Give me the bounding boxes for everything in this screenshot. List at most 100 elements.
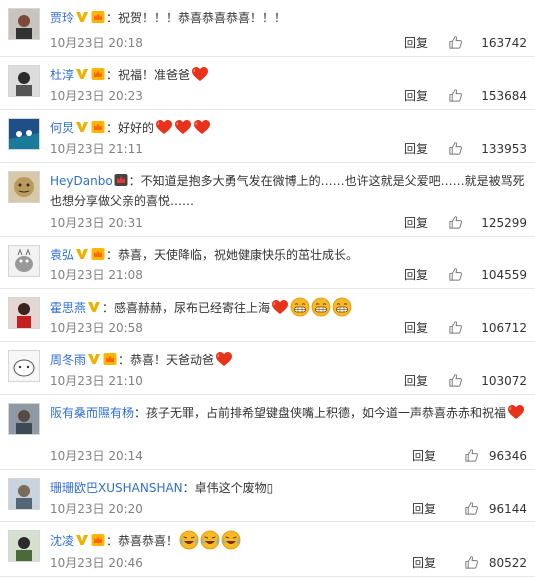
avatar[interactable]	[8, 297, 40, 329]
avatar[interactable]	[8, 65, 40, 97]
comment-row: 阪有桑而隰有杨：孩子无罪，占前排希望键盘侠嘴上积德，如今道一声恭喜赤赤和祝福 10…	[0, 395, 535, 470]
heart-emoji-icon	[191, 66, 209, 82]
thumbs-up-icon[interactable]	[448, 141, 463, 156]
v-verified-icon[interactable]	[75, 533, 89, 547]
comment-content: 袁弘 ：恭喜，天使降临，祝她健康快乐的茁壮成长。	[50, 245, 529, 265]
heart-emoji-icon	[155, 119, 173, 135]
vip-crown-icon[interactable]	[91, 67, 105, 81]
v-verified-icon[interactable]	[87, 300, 101, 314]
like-count: 96346	[488, 449, 527, 463]
commenter-name[interactable]: 霍思燕	[50, 301, 86, 315]
avatar[interactable]	[8, 8, 40, 40]
avatar[interactable]	[8, 478, 40, 510]
like-count: 104559	[481, 268, 527, 282]
thumbs-up-icon[interactable]	[448, 215, 463, 230]
reply-link[interactable]: 回复	[404, 33, 428, 53]
comment-meta: 10月23日 20:14 回复 96346	[50, 446, 527, 466]
comment-row: 霍思燕 ：感喜赫赫，尿布已经寄往上海 10月23日 20:58 回复 106712	[0, 289, 535, 342]
reply-link[interactable]: 回复	[404, 318, 428, 338]
commenter-name[interactable]: 沈凌	[50, 534, 74, 548]
avatar[interactable]	[8, 530, 40, 562]
reply-link[interactable]: 回复	[404, 265, 428, 285]
heart-emoji-icon	[215, 351, 233, 367]
commenter-name[interactable]: 贾玲	[50, 11, 74, 25]
heart-emoji-icon	[271, 299, 289, 315]
comment-row: 贾玲 ：祝贺！！！恭喜恭喜恭喜！！！ 10月23日 20:18 回复 163742	[0, 0, 535, 57]
timestamp: 10月23日 21:11	[50, 142, 143, 156]
timestamp: 10月23日 20:20	[50, 502, 143, 516]
reply-link[interactable]: 回复	[404, 371, 428, 391]
timestamp: 10月23日 20:31	[50, 216, 143, 230]
commenter-name[interactable]: 杜淳	[50, 68, 74, 82]
thumbs-up-icon[interactable]	[464, 448, 479, 463]
thumbs-up-icon[interactable]	[464, 501, 479, 516]
vip-crown-icon[interactable]	[91, 120, 105, 134]
thumbs-up-icon[interactable]	[464, 555, 479, 570]
vip-crown-icon[interactable]	[91, 533, 105, 547]
comment-content: 周冬雨 ：恭喜！天爸动爸	[50, 350, 529, 370]
laugh-cry-emoji-icon	[179, 530, 199, 550]
reply-link[interactable]: 回复	[412, 446, 436, 466]
grin-emoji-icon	[311, 297, 331, 317]
avatar[interactable]	[8, 118, 40, 150]
v-verified-icon[interactable]	[75, 120, 89, 134]
v-verified-icon[interactable]	[75, 67, 89, 81]
comment-text: ：祝福！准爸爸	[106, 68, 191, 82]
like-count: 106712	[481, 321, 527, 335]
thumbs-up-icon[interactable]	[448, 35, 463, 50]
timestamp: 10月23日 20:18	[50, 36, 143, 50]
thumbs-up-icon[interactable]	[448, 267, 463, 282]
commenter-name[interactable]: 珊珊欧巴XUSHANSHAN	[50, 481, 183, 495]
avatar[interactable]	[8, 350, 40, 382]
thumbs-up-icon[interactable]	[448, 88, 463, 103]
vip-crown-icon[interactable]	[91, 247, 105, 261]
timestamp: 10月23日 21:08	[50, 268, 143, 282]
comment-meta: 10月23日 20:20 回复 96144	[50, 499, 527, 519]
comment-text: ：好好的	[106, 121, 155, 135]
comment-meta: 10月23日 20:23 回复 153684	[50, 86, 527, 106]
comment-row: 周冬雨 ：恭喜！天爸动爸 10月23日 21:10 回复 103072	[0, 342, 535, 395]
thumbs-up-icon[interactable]	[448, 320, 463, 335]
reply-link[interactable]: 回复	[404, 213, 428, 233]
commenter-name[interactable]: 阪有桑而隰有杨	[50, 406, 134, 420]
commenter-name[interactable]: 周冬雨	[50, 353, 86, 367]
heart-emoji-icon	[507, 404, 525, 420]
like-count: 125299	[481, 216, 527, 230]
comment-text: ：孩子无罪，占前排希望键盘侠嘴上积德，如今道一声恭喜赤赤和祝福	[134, 406, 507, 420]
comment-content: 何炅 ：好好的	[50, 118, 529, 138]
reply-link[interactable]: 回复	[412, 499, 436, 519]
reply-link[interactable]: 回复	[412, 553, 436, 573]
timestamp: 10月23日 20:23	[50, 89, 143, 103]
comment-row: 何炅 ：好好的 10月23日 21:11 回复 133953	[0, 110, 535, 163]
comment-meta: 10月23日 20:46 回复 80522	[50, 553, 527, 573]
comment-content: 珊珊欧巴XUSHANSHAN：卓伟这个废物▯	[50, 478, 529, 498]
comment-row: 沈凌 ：恭喜恭喜！ 10月23日 20:46 回复 80522	[0, 522, 535, 577]
v-verified-icon[interactable]	[75, 247, 89, 261]
reply-link[interactable]: 回复	[404, 86, 428, 106]
comment-content: HeyDanbo ：不知道是抱多大勇气发在微博上的……也许这就是父爱吧……就是被骂…	[50, 171, 529, 211]
vip-crown-icon[interactable]	[91, 10, 105, 24]
commenter-name[interactable]: 何炅	[50, 121, 74, 135]
comment-content: 阪有桑而隰有杨：孩子无罪，占前排希望键盘侠嘴上积德，如今道一声恭喜赤赤和祝福	[50, 403, 529, 423]
comment-row: 珊珊欧巴XUSHANSHAN：卓伟这个废物▯ 10月23日 20:20 回复 9614…	[0, 470, 535, 522]
vip-crown-icon[interactable]	[114, 173, 128, 187]
v-verified-icon[interactable]	[87, 352, 101, 366]
laugh-cry-emoji-icon	[221, 530, 241, 550]
comment-content: 贾玲 ：祝贺！！！恭喜恭喜恭喜！！！	[50, 8, 529, 28]
avatar[interactable]	[8, 245, 40, 277]
commenter-name[interactable]: 袁弘	[50, 248, 74, 262]
timestamp: 10月23日 21:10	[50, 374, 143, 388]
timestamp: 10月23日 20:14	[50, 449, 143, 463]
v-verified-icon[interactable]	[75, 10, 89, 24]
avatar[interactable]	[8, 403, 40, 435]
comment-text: ：恭喜！天爸动爸	[118, 353, 215, 367]
comment-text: ：恭喜，天使降临，祝她健康快乐的茁壮成长。	[106, 248, 359, 262]
thumbs-up-icon[interactable]	[448, 373, 463, 388]
comment-text: ：恭喜恭喜！	[106, 534, 179, 548]
like-count: 153684	[481, 89, 527, 103]
avatar[interactable]	[8, 171, 40, 203]
vip-crown-icon[interactable]	[103, 352, 117, 366]
comment-text: ：感喜赫赫，尿布已经寄往上海	[102, 301, 271, 315]
reply-link[interactable]: 回复	[404, 139, 428, 159]
commenter-name[interactable]: HeyDanbo	[50, 174, 113, 188]
